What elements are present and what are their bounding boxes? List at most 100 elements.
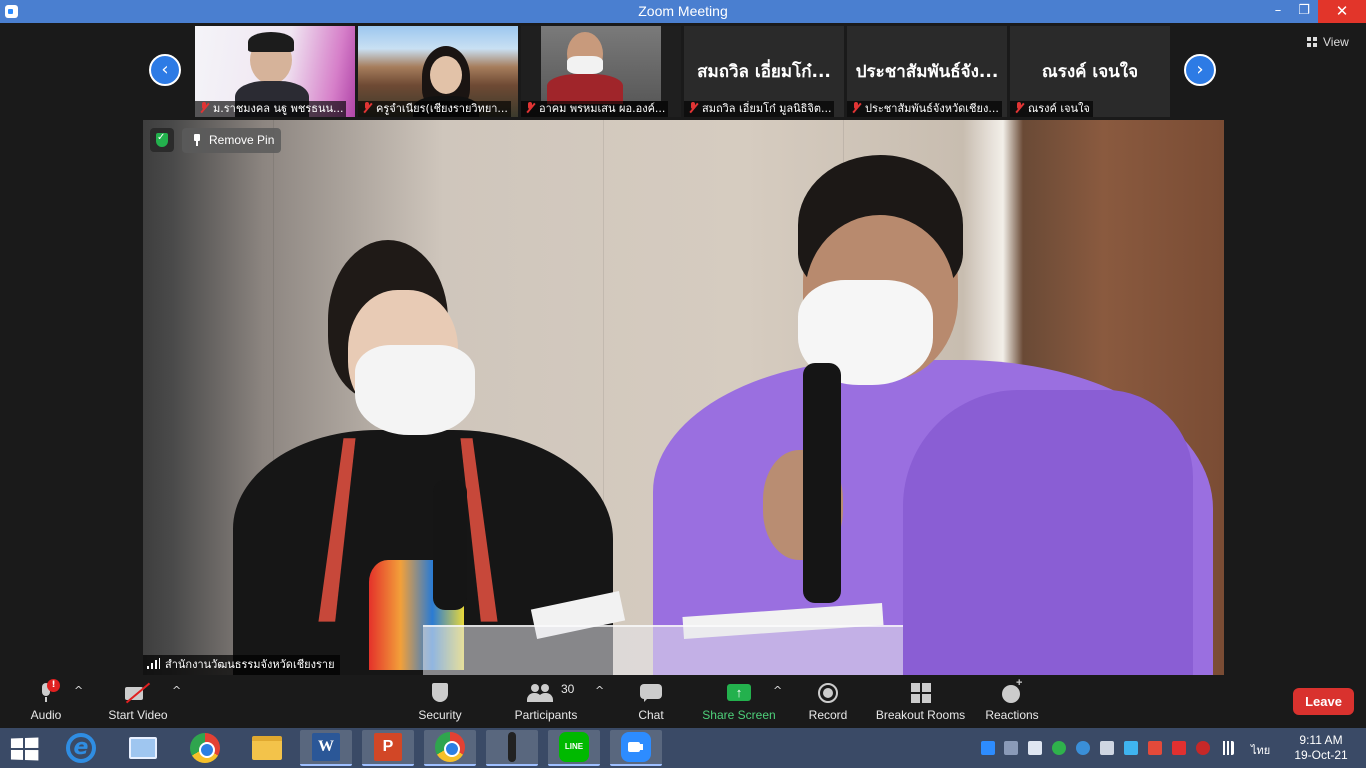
participant-video — [541, 26, 661, 104]
record-button[interactable]: Record — [806, 680, 850, 726]
maximize-button[interactable]: ❐ — [1289, 0, 1319, 23]
pinned-speaker-video[interactable] — [143, 120, 1224, 675]
grid-view-icon — [1307, 37, 1317, 47]
breakout-rooms-button[interactable]: Breakout Rooms — [874, 680, 967, 726]
microphone-app-icon — [508, 732, 516, 762]
participant-name-label: ประชาสัมพันธ์จังหวัดเชียง... — [847, 101, 1002, 117]
windows-taskbar: e W P LINE ไทย 9:11 AM 19-Oct-21 — [0, 728, 1366, 768]
tray-flag-icon[interactable] — [1172, 741, 1186, 755]
mic-muted-icon — [362, 102, 372, 113]
taskbar-file-explorer[interactable] — [241, 730, 293, 766]
reactions-button[interactable]: Reactions — [984, 677, 1040, 726]
tray-zoom-icon[interactable] — [981, 741, 995, 755]
taskbar-word[interactable]: W — [300, 730, 352, 766]
participants-count: 30 — [561, 682, 575, 696]
participant-gallery-strip: ‹ ม.ราชมงคล นฐู พชรธนน... ครูจำเนียร(เชี… — [0, 23, 1366, 119]
participant-name-label: สมถวิล เอี่ยมโก๋ มูลนิธิจิต... — [684, 101, 835, 117]
input-language-indicator[interactable]: ไทย — [1251, 741, 1270, 759]
share-screen-button[interactable]: Share Screen — [700, 680, 778, 726]
windows-start-button[interactable] — [10, 738, 38, 760]
desktop-manager-icon — [129, 737, 157, 759]
title-bar: Zoom Meeting – ❐ ✕ — [0, 0, 1366, 23]
share-screen-icon — [727, 682, 751, 704]
participant-big-name: ประชาสัมพันธ์จัง... — [855, 62, 999, 82]
taskbar-chrome-profile[interactable] — [424, 730, 476, 766]
tray-device-icon[interactable] — [1028, 741, 1042, 755]
tray-signal-icon[interactable] — [1220, 741, 1234, 755]
participant-tile-2[interactable]: ครูจำเนียร(เชียงรายวิทยา... — [358, 26, 518, 117]
participants-options-caret[interactable]: ^ — [595, 684, 604, 697]
participant-name-label: ม.ราชมงคล นฐู พชรธนน... — [195, 101, 347, 117]
internet-explorer-icon: e — [66, 733, 96, 763]
mic-muted-icon — [525, 102, 535, 113]
active-speaker-label: สำนักงานวัฒนธรรมจังหวัดเชียงราย — [143, 655, 340, 675]
tray-pen-icon[interactable] — [1004, 741, 1018, 755]
remove-pin-button[interactable]: Remove Pin — [182, 128, 281, 153]
close-button[interactable]: ✕ — [1318, 0, 1366, 23]
leave-meeting-button[interactable]: Leave — [1293, 688, 1354, 715]
folder-icon — [252, 736, 282, 760]
word-icon: W — [312, 733, 340, 761]
participant-big-name: สมถวิล เอี่ยมโก๋... — [697, 62, 831, 82]
reactions-icon — [1001, 677, 1023, 704]
start-video-button[interactable]: Start Video — [104, 680, 172, 726]
participant-mask — [567, 56, 603, 74]
participant-tile-1[interactable]: ม.ราชมงคล นฐู พชรธนน... — [195, 26, 355, 117]
participant-tile-4[interactable]: สมถวิล เอี่ยมโก๋... สมถวิล เอี่ยมโก๋ มูล… — [684, 26, 844, 117]
participant-name-label: ณรงค์ เจนใจ — [1010, 101, 1093, 117]
line-icon: LINE — [559, 732, 589, 762]
tray-app-icon[interactable] — [1124, 741, 1138, 755]
woman-presenter-mask — [355, 345, 475, 435]
taskbar-zoom[interactable] — [610, 730, 662, 766]
gallery-prev-button[interactable]: ‹ — [149, 54, 181, 86]
security-button[interactable]: Security — [412, 680, 468, 726]
shield-icon — [431, 682, 449, 704]
participant-tile-6[interactable]: ณรงค์ เจนใจ ณรงค์ เจนใจ — [1010, 26, 1170, 117]
view-button[interactable]: View — [1307, 35, 1349, 49]
man-microphone — [803, 363, 841, 603]
record-icon — [817, 682, 839, 704]
chrome-profile-icon — [435, 732, 465, 762]
participant-big-name: ณรงค์ เจนใจ — [1041, 62, 1139, 82]
tray-volume-icon[interactable] — [1100, 741, 1114, 755]
participant-name-label: ครูจำเนียร(เชียงรายวิทยา... — [358, 101, 511, 117]
chat-icon — [640, 682, 662, 704]
window-title: Zoom Meeting — [638, 3, 728, 19]
taskbar-powerpoint[interactable]: P — [362, 730, 414, 766]
participants-button[interactable]: 30 Participants — [510, 680, 582, 726]
participant-tile-5[interactable]: ประชาสัมพันธ์จัง... ประชาสัมพันธ์จังหวัด… — [847, 26, 1007, 117]
audio-alert-badge: ! — [47, 679, 60, 692]
pin-icon — [193, 134, 201, 146]
chat-button[interactable]: Chat — [630, 680, 672, 726]
audio-button[interactable]: Audio — [22, 680, 70, 726]
participant-body — [547, 74, 623, 104]
connection-signal-icon — [147, 658, 160, 669]
glass-podium — [423, 625, 903, 675]
tray-security-icon[interactable] — [1148, 741, 1162, 755]
audio-options-caret[interactable]: ^ — [74, 684, 83, 697]
taskbar-desktop-manager[interactable] — [117, 730, 169, 766]
participant-face-front — [430, 56, 462, 94]
video-options-caret[interactable]: ^ — [172, 684, 181, 697]
encryption-shield-icon[interactable] — [150, 128, 174, 152]
taskbar-microphone-app[interactable] — [486, 730, 538, 766]
tray-chat-icon[interactable] — [1052, 741, 1066, 755]
taskbar-internet-explorer[interactable]: e — [55, 730, 107, 766]
taskbar-chrome[interactable] — [179, 730, 231, 766]
breakout-rooms-icon — [910, 682, 931, 704]
participant-hair — [248, 32, 294, 52]
taskbar-clock[interactable]: 9:11 AM 19-Oct-21 — [1284, 733, 1358, 763]
gallery-next-button[interactable]: › — [1184, 54, 1216, 86]
tray-antivirus-icon[interactable] — [1196, 741, 1210, 755]
woman-microphone — [433, 480, 467, 610]
chrome-icon — [190, 733, 220, 763]
mic-muted-icon — [199, 102, 209, 113]
tray-network-icon[interactable] — [1076, 741, 1090, 755]
taskbar-line[interactable]: LINE — [548, 730, 600, 766]
mic-muted-icon — [1014, 102, 1024, 113]
mic-muted-icon — [688, 102, 698, 113]
video-off-icon — [125, 682, 151, 704]
powerpoint-icon: P — [374, 733, 402, 761]
participant-tile-3[interactable]: อาคม พรหมเสน ผอ.องค์... — [521, 26, 681, 117]
share-options-caret[interactable]: ^ — [773, 684, 782, 697]
